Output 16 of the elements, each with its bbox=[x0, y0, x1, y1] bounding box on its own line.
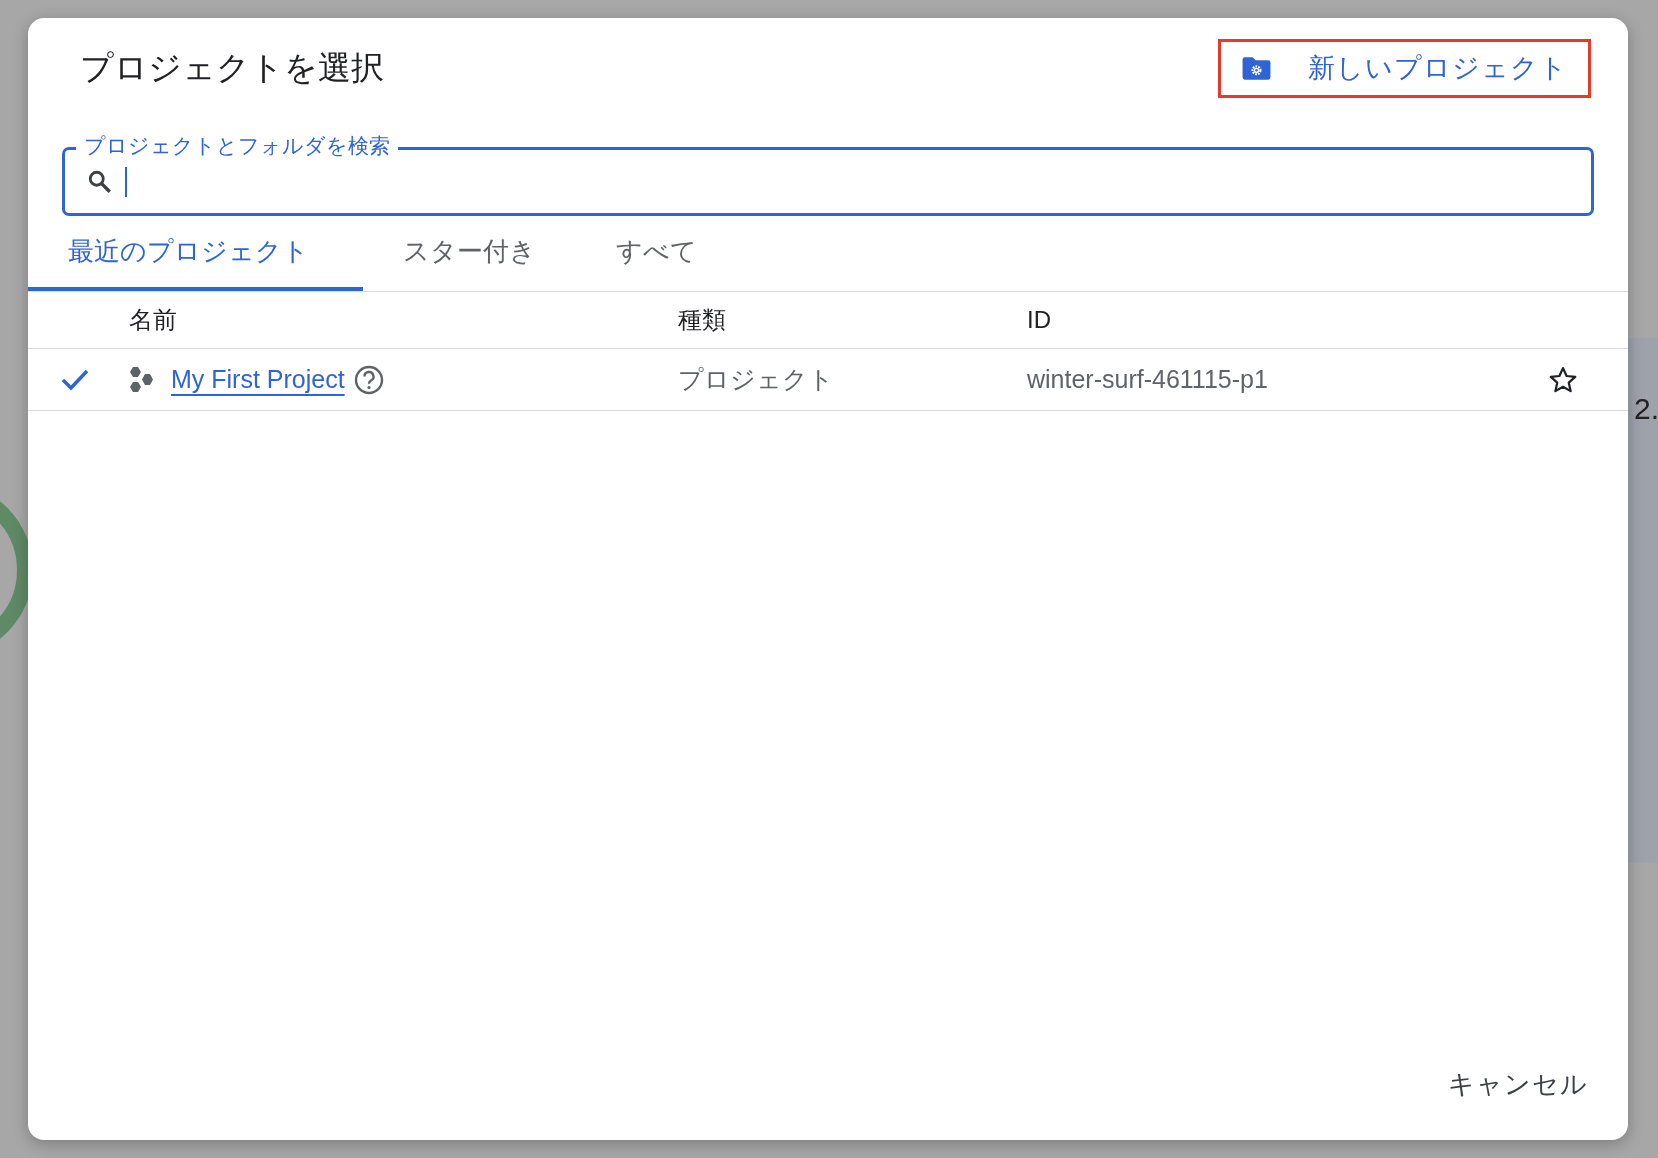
tab[interactable]: 最近のプロジェクト bbox=[28, 216, 363, 291]
table-cell-text: プロジェクト bbox=[678, 364, 834, 395]
tab[interactable]: すべて bbox=[576, 216, 737, 291]
page-text: 2. bbox=[1634, 392, 1658, 426]
project-link[interactable]: My First Project bbox=[171, 365, 345, 394]
new-project-button[interactable]: 新しいプロジェクト bbox=[1218, 38, 1591, 98]
search-icon bbox=[87, 168, 113, 195]
dialog-title: プロジェクトを選択 bbox=[80, 47, 384, 88]
help-icon[interactable] bbox=[353, 364, 384, 395]
column-header: 名前 bbox=[129, 305, 177, 335]
cancel-button[interactable]: キャンセル bbox=[1438, 1057, 1598, 1112]
column-header: 種類 bbox=[678, 305, 726, 335]
table-cell: winter-surf-461115-p1 bbox=[1027, 365, 1268, 394]
column-header: ID bbox=[1027, 306, 1051, 334]
tab[interactable]: スター付き bbox=[363, 216, 576, 291]
star-icon[interactable] bbox=[1548, 364, 1578, 395]
